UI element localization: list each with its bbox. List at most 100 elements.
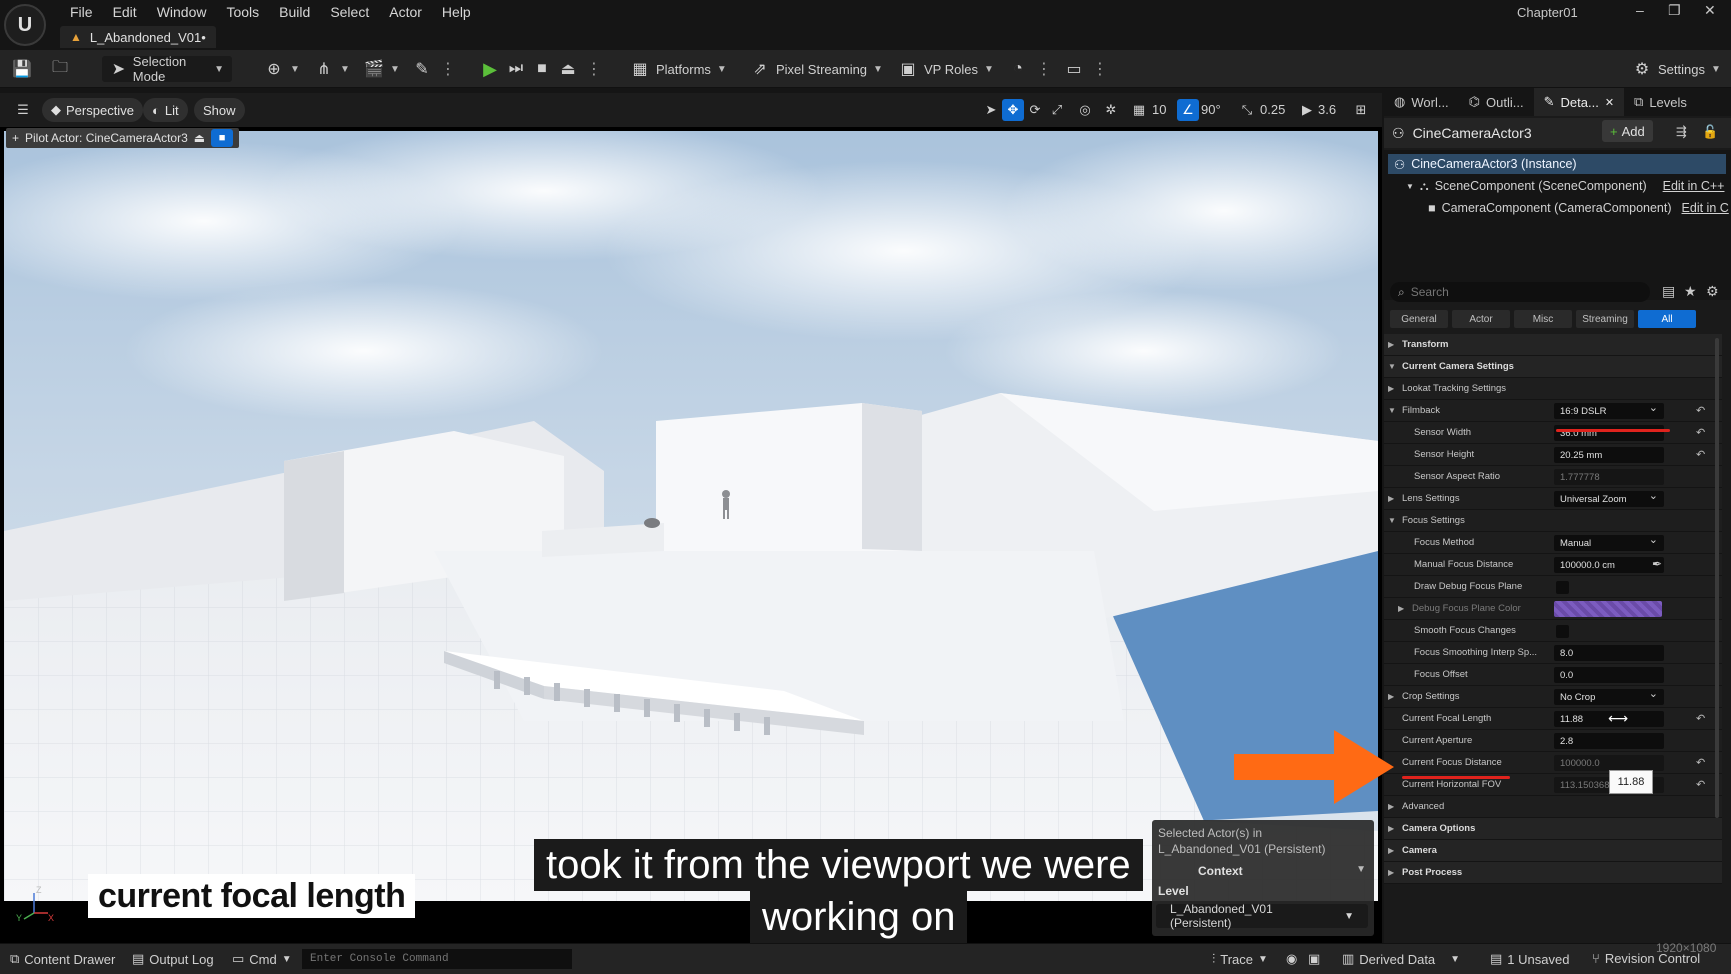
reset-to-default-icon[interactable]: ↶ [1696,448,1705,461]
more-options-button[interactable]: ⋮ [1036,56,1052,82]
property-row[interactable]: ▶ Post Process [1384,862,1722,884]
blueprint-convert-icon[interactable]: ⇶ [1676,124,1687,140]
lock-icon[interactable]: 🔓 [1702,124,1718,140]
source-control-button[interactable]: ◔ [1008,56,1028,82]
component-camera-row[interactable]: ■ CameraComponent (CameraComponent) Edit… [1428,198,1729,218]
unreal-logo-icon[interactable]: U [4,4,46,46]
property-row[interactable]: ▼ Focus Settings [1384,510,1722,532]
property-row[interactable]: ▶ Debug Focus Plane Color [1384,598,1722,620]
content-drawer-button[interactable]: ⧉ Content Drawer [10,951,115,967]
property-row[interactable]: ▶ Crop Settings No Crop [1384,686,1722,708]
play-options-button[interactable]: ⋮ [586,56,602,82]
cmd-dropdown[interactable]: ▭ Cmd ▼ [232,951,292,967]
viewport-scene[interactable] [4,131,1378,901]
derived-data-dropdown[interactable]: ▥ Derived Data ▼ [1342,951,1460,967]
eyedropper-icon[interactable]: ✒ [1652,557,1662,571]
expand-arrow-icon[interactable]: ▼ [1388,516,1398,525]
grid-snap-button[interactable]: ▦ [1128,99,1150,121]
menu-file[interactable]: File [60,2,103,22]
property-value-field[interactable]: 100000.0 [1554,755,1664,771]
property-value-field[interactable]: 2.8 [1554,733,1664,749]
property-row[interactable]: Sensor Aspect Ratio 1.777778 [1384,466,1722,488]
expand-arrow-icon[interactable]: ▼ [1388,362,1398,371]
property-row[interactable]: Focus Offset 0.0 [1384,664,1722,686]
show-button[interactable]: Show [194,98,245,122]
star-icon[interactable]: ★ [1684,283,1697,300]
angle-snap-value[interactable]: 90° [1201,102,1221,117]
property-row[interactable]: ▶ Camera Options [1384,818,1722,840]
vp-roles-dropdown[interactable]: ▣ VP Roles ▼ [898,56,993,82]
property-row[interactable]: Current Aperture 2.8 [1384,730,1722,752]
expand-arrow-icon[interactable]: ▶ [1388,340,1398,349]
property-checkbox[interactable] [1556,625,1569,638]
lit-button[interactable]: ◐ Lit [143,98,188,122]
property-row[interactable]: Manual Focus Distance 100000.0 cm ✒ [1384,554,1722,576]
surface-snap-button[interactable]: ✲ [1100,99,1122,121]
expand-arrow-icon[interactable]: ▶ [1388,494,1398,503]
property-row[interactable]: ▼ Current Camera Settings [1384,356,1722,378]
expand-arrow-icon[interactable]: ▶ [1388,846,1398,855]
unsaved-button[interactable]: ▤ 1 Unsaved [1490,951,1569,967]
property-row[interactable]: Focus Smoothing Interp Sp... 8.0 [1384,642,1722,664]
property-dropdown[interactable]: No Crop [1554,687,1664,705]
property-row[interactable]: Current Focus Distance 100000.0 ↶ [1384,752,1722,774]
filter-all[interactable]: All [1638,310,1696,328]
selection-mode-dropdown[interactable]: ➤ Selection Mode ▼ [102,54,232,84]
play-button[interactable]: ▶ [480,56,500,82]
scale-tool-button[interactable]: ⤢ [1046,99,1068,121]
gear-icon[interactable]: ⚙ [1706,283,1719,300]
property-row[interactable]: Draw Debug Focus Plane [1384,576,1722,598]
camera-speed-button[interactable]: ▶ [1296,99,1318,121]
filter-actor[interactable]: Actor [1452,310,1510,328]
expand-arrow-icon[interactable]: ▶ [1388,824,1398,833]
pixel-streaming-dropdown[interactable]: ⇗ Pixel Streaming ▼ [750,56,883,82]
eject-pilot-icon[interactable]: ⏏ [194,131,205,145]
property-value-field[interactable]: 1.777778 [1554,469,1664,485]
select-tool-button[interactable]: ➤ [980,99,1002,121]
filter-streaming[interactable]: Streaming [1576,310,1634,328]
output-log-button[interactable]: ▤ Output Log [132,951,214,967]
reset-to-default-icon[interactable]: ↶ [1696,756,1705,769]
level-tab[interactable]: ▲ L_Abandoned_V01• [60,26,216,48]
rotate-tool-button[interactable]: ⟳ [1024,99,1046,121]
filter-general[interactable]: General [1390,310,1448,328]
property-dropdown[interactable]: Manual [1554,533,1664,551]
details-search[interactable]: ⌕ [1390,282,1650,302]
property-checkbox[interactable] [1556,581,1569,594]
property-dropdown[interactable]: 16:9 DSLR [1554,401,1664,419]
property-row[interactable]: ▶ Camera [1384,840,1722,862]
maximize-button[interactable]: ❐ [1668,2,1681,19]
pilot-camera-icon[interactable]: ■ [211,129,234,147]
edit-in-cpp-link-2[interactable]: Edit in C [1682,201,1729,215]
property-dropdown[interactable]: Universal Zoom [1554,489,1664,507]
translate-tool-button[interactable]: ✥ [1002,99,1024,121]
property-value-field[interactable]: 20.25 mm [1554,447,1664,463]
tab-outliner[interactable]: ⌬ Outli... [1459,88,1534,116]
reset-to-default-icon[interactable]: ↶ [1696,404,1705,417]
expand-arrow-icon[interactable]: ▼ [1406,182,1414,191]
settings-dropdown[interactable]: ⚙ Settings ▼ [1632,56,1721,82]
scale-snap-value[interactable]: 0.25 [1260,102,1285,117]
chevron-down-icon[interactable]: ▼ [1356,864,1366,875]
modes-button[interactable]: ✎ [412,56,432,82]
menu-actor[interactable]: Actor [379,2,432,22]
record-icon[interactable]: ◉ [1286,951,1297,967]
close-icon[interactable]: ✕ [1605,96,1614,109]
tab-world-settings[interactable]: ◍ Worl... [1384,88,1459,116]
scale-snap-button[interactable]: ⤡ [1236,99,1258,121]
save-button[interactable]: 💾 [12,56,32,82]
menu-window[interactable]: Window [147,2,217,22]
trace-dropdown[interactable]: ⫶ Trace ▼ [1212,951,1268,967]
stop-button[interactable]: ■ [532,56,552,82]
property-row[interactable]: ▼ Filmback 16:9 DSLR ↶ [1384,400,1722,422]
property-row[interactable]: ▶ Transform [1384,334,1722,356]
eject-button[interactable]: ⏏ [558,56,578,82]
property-value-field[interactable]: 36.0 mm [1554,425,1664,441]
property-row[interactable]: Sensor Width 36.0 mm ↶ [1384,422,1722,444]
actor-name[interactable]: CineCameraActor3 [1413,125,1532,141]
property-row[interactable]: Current Focal Length 11.88 ↶ ⟷ [1384,708,1722,730]
menu-tools[interactable]: Tools [216,2,269,22]
add-component-button[interactable]: + Add [1602,120,1653,142]
menu-select[interactable]: Select [320,2,379,22]
tab-details[interactable]: ✎ Deta... ✕ [1533,88,1625,116]
